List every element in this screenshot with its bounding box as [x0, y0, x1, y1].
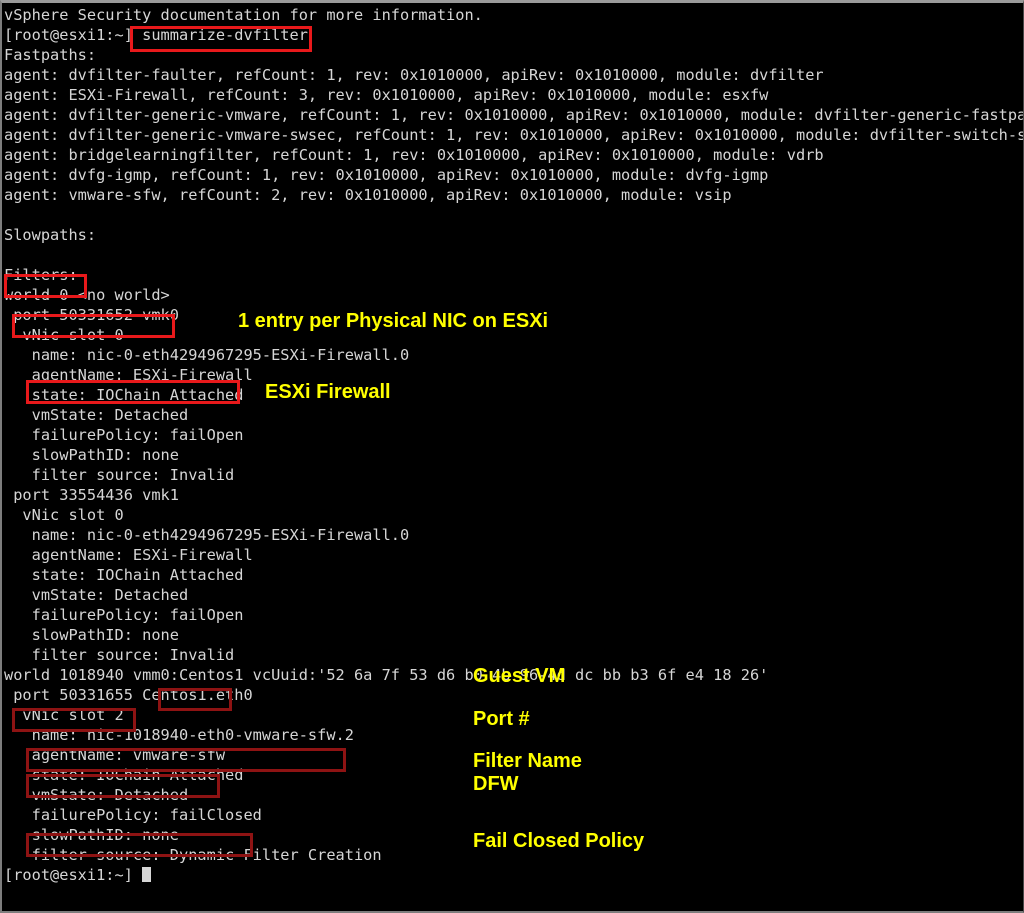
terminal-line: name: nic-0-eth4294967295-ESXi-Firewall.… — [4, 346, 410, 364]
terminal-line: Filters: — [4, 266, 78, 284]
terminal-line: filter source: Invalid — [4, 646, 235, 664]
terminal-line: agentName: ESXi-Firewall — [4, 366, 253, 384]
terminal-line: state: IOChain Attached — [4, 386, 244, 404]
terminal-line: name: nic-0-eth4294967295-ESXi-Firewall.… — [4, 526, 410, 544]
terminal-line: failurePolicy: failClosed — [4, 806, 262, 824]
terminal-line: port 50331655 Centos1.eth0 — [4, 686, 253, 704]
annotation-filter-name-note: Filter Name — [473, 750, 582, 772]
terminal-line: vmState: Detached — [4, 586, 189, 604]
terminal-line: world 0 <no world> — [4, 286, 170, 304]
annotation-fail-closed-note: Fail Closed Policy — [473, 830, 645, 852]
annotation-esxi-firewall-note: ESXi Firewall — [265, 381, 391, 403]
terminal-line: agent: ESXi-Firewall, refCount: 3, rev: … — [4, 86, 769, 104]
terminal-line: [root@esxi1:~] — [2, 865, 1023, 885]
terminal-line: agentName: ESXi-Firewall — [4, 546, 253, 564]
terminal-cursor — [142, 867, 152, 882]
annotation-physical-nic-note: 1 entry per Physical NIC on ESXi — [238, 310, 549, 332]
terminal-line: agent: dvfilter-faulter, refCount: 1, re… — [4, 66, 824, 84]
terminal-line: failurePolicy: failOpen — [4, 606, 244, 624]
terminal-line: Slowpaths: — [4, 226, 97, 244]
terminal-window[interactable]: vSphere Security documentation for more … — [0, 0, 1024, 913]
terminal-line: slowPathID: none — [4, 446, 179, 464]
annotation-port-number-note: Port # — [473, 708, 530, 730]
terminal-line: agent: bridgelearningfilter, refCount: 1… — [4, 146, 824, 164]
terminal-line: agent: vmware-sfw, refCount: 2, rev: 0x1… — [4, 186, 732, 204]
terminal-line: vmState: Detached — [4, 406, 189, 424]
annotation-guest-vm-note: Guest VM — [473, 665, 566, 687]
terminal-line: [root@esxi1:~] summarize-dvfilter — [4, 26, 308, 44]
terminal-line: vNic slot 0 — [4, 506, 124, 524]
terminal-line: port 33554436 vmk1 — [4, 486, 179, 504]
terminal-line: agent: dvfilter-generic-vmware-swsec, re… — [4, 126, 1024, 144]
terminal-line: agent: dvfilter-generic-vmware, refCount… — [4, 106, 1024, 124]
terminal-line: state: IOChain Attached — [4, 566, 244, 584]
terminal-line: vSphere Security documentation for more … — [4, 6, 483, 24]
annotation-dfw-note: DFW — [473, 773, 519, 795]
terminal-line: slowPathID: none — [4, 626, 179, 644]
terminal-line: Fastpaths: — [4, 46, 97, 64]
terminal-line: filter source: Invalid — [4, 466, 235, 484]
terminal-line: failurePolicy: failOpen — [4, 426, 244, 444]
terminal-line: agent: dvfg-igmp, refCount: 1, rev: 0x10… — [4, 166, 769, 184]
